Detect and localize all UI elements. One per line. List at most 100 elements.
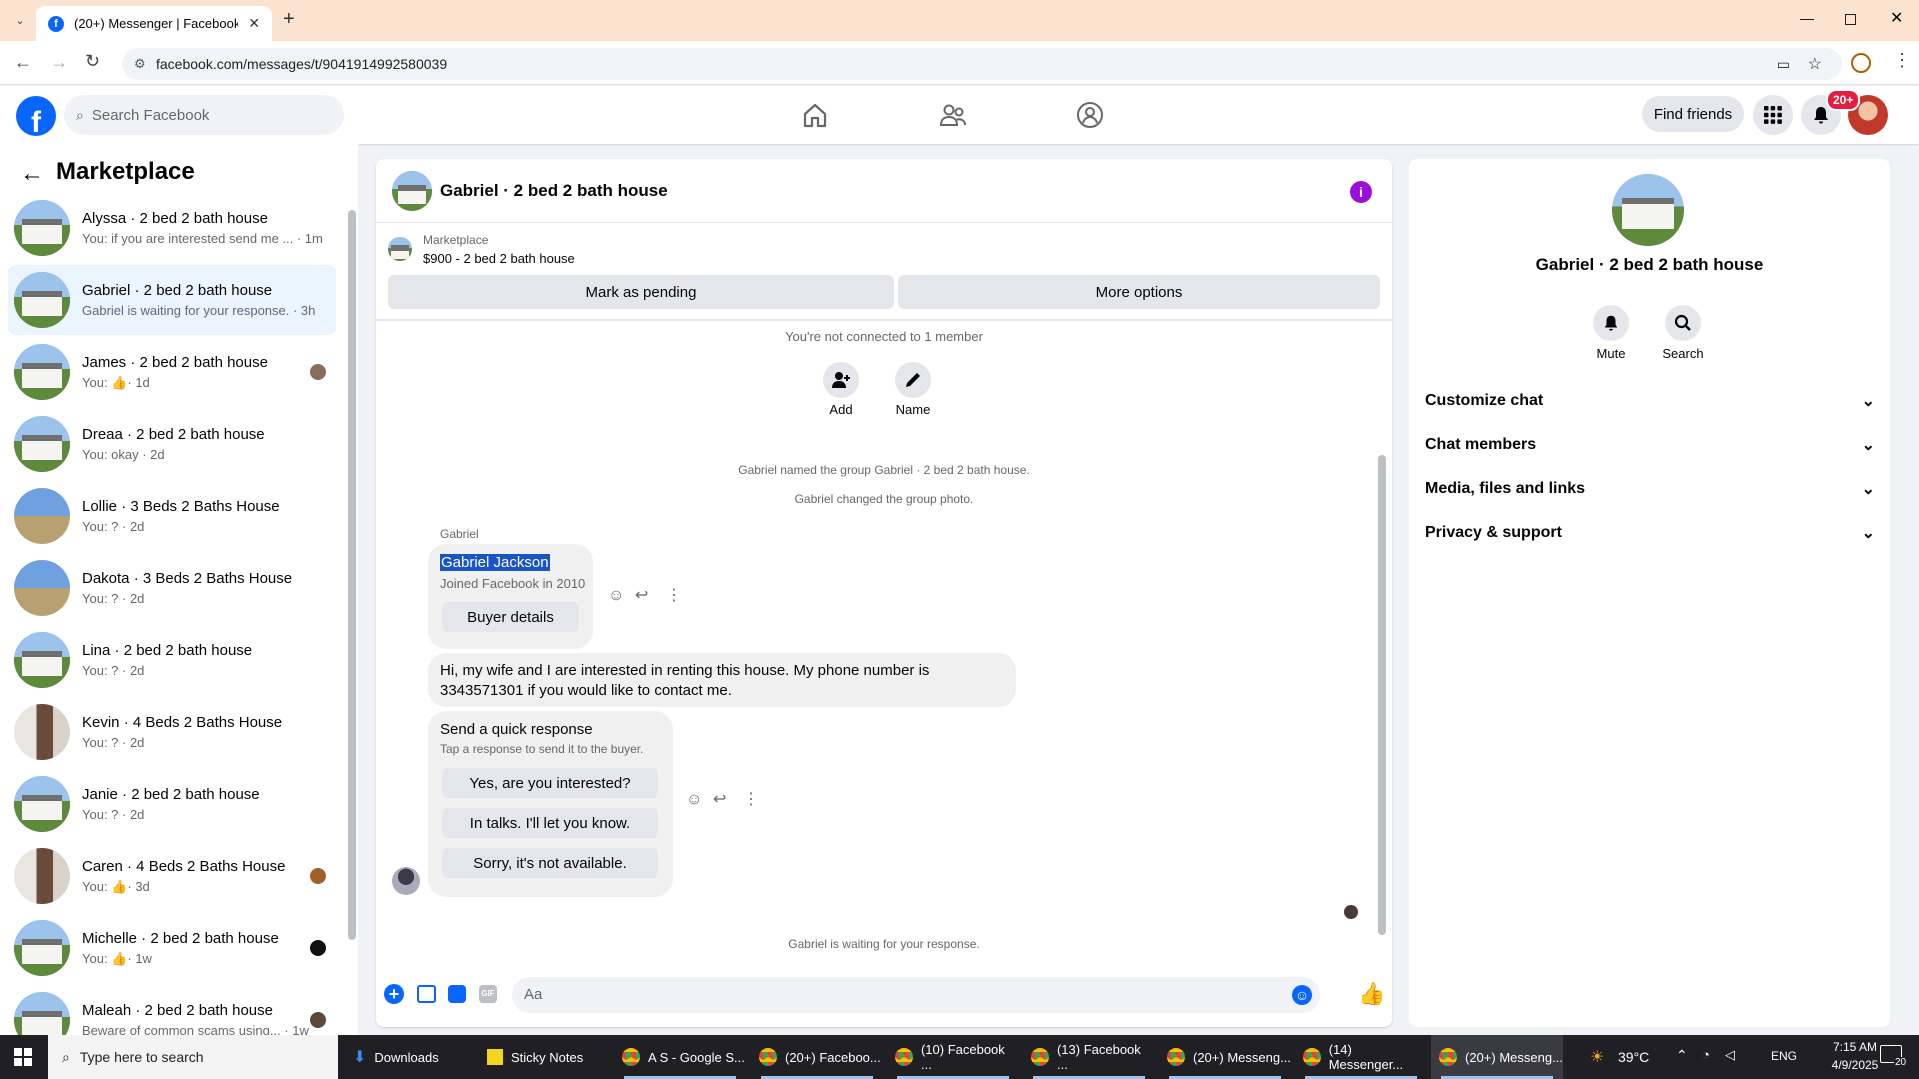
conversation-item-kevin[interactable]: Kevin · 4 Beds 2 Baths House You: ? · 2d (8, 697, 336, 767)
browser-tab-active[interactable]: f (20+) Messenger | Facebook ✕ (36, 6, 272, 41)
attach-photo-icon[interactable] (417, 985, 436, 1003)
more-options-button[interactable]: More options (898, 275, 1380, 309)
chevron-down-icon: ⌄ (1861, 525, 1875, 542)
reply-icon[interactable]: ↩ (713, 789, 726, 809)
edit-name-pencil-icon[interactable] (895, 362, 931, 398)
forward-icon[interactable]: → (50, 52, 68, 73)
emoji-icon[interactable]: ☺ (1292, 985, 1312, 1005)
conversation-item-dakota[interactable]: Dakota · 3 Beds 2 Baths House You: ? · 2d (8, 553, 336, 623)
back-arrow-icon[interactable]: ← (20, 160, 44, 188)
listing-detail[interactable]: $900 - 2 bed 2 bath house (423, 251, 575, 266)
conversation-item-alyssa[interactable]: Alyssa · 2 bed 2 bath house You: if you a… (8, 193, 336, 263)
find-friends-button[interactable]: Find friends (1642, 96, 1744, 132)
windows-start-icon[interactable] (14, 1048, 32, 1066)
facebook-logo-icon[interactable]: f (16, 96, 56, 136)
more-actions-plus-icon[interactable]: + (384, 984, 404, 1004)
facebook-search-field[interactable]: ⌕ Search Facebook (64, 95, 344, 135)
home-nav-icon[interactable] (800, 100, 830, 130)
chat-header: Gabriel · 2 bed 2 bath house i (376, 159, 1392, 223)
weather-temp[interactable]: 39°C (1618, 1049, 1649, 1065)
taskbar-chrome-window[interactable]: (13) Facebook ... (1023, 1035, 1155, 1079)
install-app-icon[interactable]: ▭ (1777, 56, 1790, 73)
like-thumbs-up-icon[interactable]: 👍 (1358, 981, 1385, 1007)
message-input[interactable]: Aa ☺ (512, 977, 1320, 1013)
reply-icon[interactable]: ↩ (635, 585, 648, 605)
media-files-links-section[interactable]: Media, files and links ⌄ (1425, 479, 1875, 499)
sidebar-scrollbar[interactable] (348, 210, 356, 940)
listing-thumbnail (14, 488, 70, 544)
preview-prefix: You: (82, 950, 108, 966)
privacy-support-section[interactable]: Privacy & support ⌄ (1425, 523, 1875, 543)
taskbar-search-box[interactable]: ⌕ Type here to search (48, 1035, 338, 1079)
conversation-item-lina[interactable]: Lina · 2 bed 2 bath house You: ? · 2d (8, 625, 336, 695)
conversation-item-lollie[interactable]: Lollie · 3 Beds 2 Baths House You: ? · 2d (8, 481, 336, 551)
conversation-item-maleah[interactable]: Maleah · 2 bed 2 bath house Beware of com… (8, 985, 336, 1035)
profile-icon[interactable] (1851, 53, 1871, 73)
chat-scrollbar[interactable] (1378, 455, 1386, 935)
mark-pending-button[interactable]: Mark as pending (388, 275, 894, 309)
taskbar-app-downloads[interactable]: ⬇ Downloads (345, 1035, 475, 1079)
site-info-icon[interactable]: ⚙ (134, 56, 146, 72)
conversation-item-caren[interactable]: Caren · 4 Beds 2 Baths House You: 👍· 3d (8, 841, 336, 911)
groups-nav-icon[interactable] (1075, 100, 1105, 130)
buyer-profile-name[interactable]: Gabriel Jackson (440, 554, 550, 571)
search-in-chat-icon[interactable] (1665, 305, 1701, 341)
weather-icon[interactable]: ☀ (1590, 1047, 1604, 1067)
conversation-item-gabriel[interactable]: Gabriel · 2 bed 2 bath house Gabriel is w… (8, 265, 336, 335)
taskbar-chrome-window[interactable]: A S - Google S... (614, 1035, 746, 1079)
customize-chat-section[interactable]: Customize chat ⌄ (1425, 391, 1875, 411)
close-window-icon[interactable]: ✕ (1890, 8, 1903, 28)
conversation-item-james[interactable]: James · 2 bed 2 bath house You: 👍· 1d (8, 337, 336, 407)
buyer-details-button[interactable]: Buyer details (442, 602, 579, 632)
back-icon[interactable]: ← (14, 52, 32, 73)
taskbar-chrome-window-active[interactable]: (20+) Messeng... (1431, 1035, 1563, 1079)
details-avatar[interactable] (1612, 174, 1684, 246)
facebook-favicon-icon: f (48, 15, 64, 32)
taskbar-chrome-window[interactable]: (14) Messenger... (1295, 1035, 1427, 1079)
browser-menu-icon[interactable]: ⋮ (1893, 50, 1911, 71)
mute-bell-icon[interactable] (1593, 305, 1629, 341)
more-actions-icon[interactable]: ⋮ (743, 789, 759, 809)
quick-response-yes-button[interactable]: Yes, are you interested? (442, 768, 658, 798)
chat-members-section[interactable]: Chat members ⌄ (1425, 435, 1875, 455)
bookmark-star-icon[interactable]: ☆ (1808, 54, 1822, 74)
network-icon[interactable]: ◔ (1702, 1047, 1710, 1062)
language-indicator[interactable]: ENG (1771, 1049, 1797, 1063)
preview-prefix: You: (82, 374, 108, 390)
chat-header-avatar[interactable] (392, 171, 432, 211)
taskbar-app-sticky-notes[interactable]: Sticky Notes (479, 1035, 609, 1079)
conversation-title: Michelle · 2 bed 2 bath house (82, 929, 279, 947)
tray-overflow-icon[interactable]: ⌃ (1676, 1047, 1688, 1064)
clock-date[interactable]: 4/9/2025 (1823, 1058, 1887, 1072)
taskbar-chrome-window[interactable]: (20+) Messeng... (1159, 1035, 1291, 1079)
sticker-icon[interactable] (448, 985, 466, 1003)
volume-icon[interactable]: ◁ (1725, 1047, 1735, 1063)
chrome-icon (1303, 1048, 1321, 1066)
menu-grid-icon[interactable] (1753, 95, 1793, 135)
restore-icon[interactable] (1845, 14, 1856, 25)
conversation-item-dreaa[interactable]: Dreaa · 2 bed 2 bath house You: okay · 2d (8, 409, 336, 479)
chat-header-title[interactable]: Gabriel · 2 bed 2 bath house (440, 181, 668, 201)
clock-time[interactable]: 7:15 AM (1823, 1040, 1887, 1054)
url-field[interactable]: ⚙ facebook.com/messages/t/90419149925800… (122, 48, 1842, 80)
conversation-item-janie[interactable]: Janie · 2 bed 2 bath house You: ? · 2d (8, 769, 336, 839)
info-icon[interactable]: i (1350, 181, 1372, 203)
react-emoji-icon[interactable]: ☺ (608, 587, 624, 605)
new-tab-icon[interactable]: + (283, 8, 295, 31)
tab-close-icon[interactable]: ✕ (248, 15, 260, 32)
gif-icon[interactable]: GIF (479, 985, 497, 1003)
friends-nav-icon[interactable] (938, 100, 968, 130)
quick-response-not-available-button[interactable]: Sorry, it's not available. (442, 848, 658, 878)
quick-response-in-talks-button[interactable]: In talks. I'll let you know. (442, 808, 658, 838)
taskbar-chrome-window[interactable]: (10) Facebook ... (887, 1035, 1019, 1079)
taskbar-chrome-window[interactable]: (20+) Faceboo... (751, 1035, 883, 1079)
more-actions-icon[interactable]: ⋮ (666, 585, 682, 605)
tab-search-icon[interactable]: ⌄ (10, 10, 30, 30)
add-member-icon[interactable] (823, 362, 859, 398)
react-emoji-icon[interactable]: ☺ (686, 791, 702, 809)
minimize-icon[interactable]: — (1800, 10, 1814, 26)
quick-response-card: Send a quick response Tap a response to … (428, 711, 673, 897)
thumbs-up-icon: 👍 (111, 878, 128, 894)
conversation-item-michelle[interactable]: Michelle · 2 bed 2 bath house You: 👍· 1w (8, 913, 336, 983)
reload-icon[interactable]: ↻ (85, 51, 100, 72)
